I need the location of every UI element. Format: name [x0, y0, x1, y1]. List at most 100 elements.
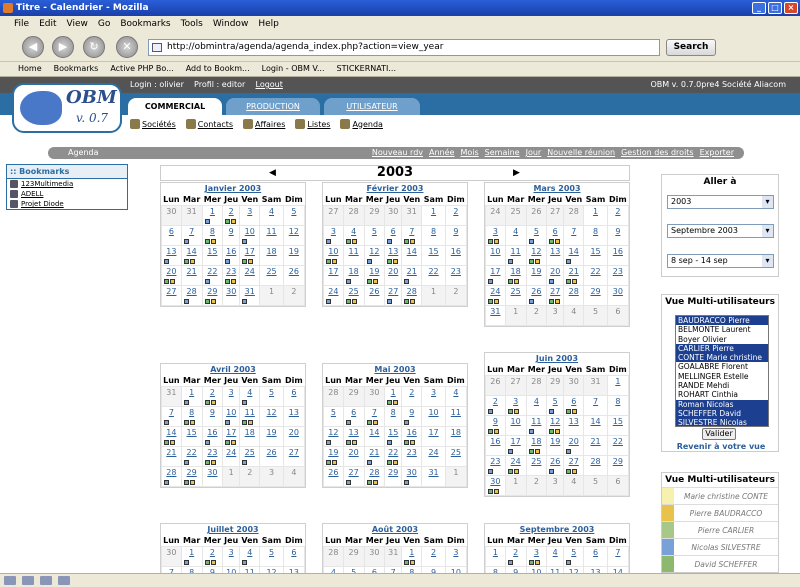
day-cell[interactable]: 28 [583, 454, 608, 476]
composer-icon[interactable] [22, 576, 34, 585]
day-cell[interactable]: 26 [282, 264, 306, 286]
day-cell[interactable]: 17 [239, 244, 261, 266]
event-marker-icon[interactable] [566, 258, 572, 264]
stop-icon[interactable]: ✕ [116, 36, 138, 58]
day-cell[interactable]: 6 [563, 394, 585, 416]
event-marker-icon[interactable] [366, 479, 372, 485]
day-cell[interactable]: 30 [161, 545, 182, 567]
nav-agenda[interactable]: Agenda [340, 119, 383, 129]
user-option[interactable]: BAUDRACCO Pierre [676, 316, 768, 326]
event-marker-icon[interactable] [488, 428, 493, 434]
day-cell[interactable]: 11 [259, 224, 284, 246]
day-cell[interactable]: 8 [583, 224, 608, 246]
revenir-link[interactable]: Revenir à votre vue [662, 442, 780, 451]
day-cell[interactable]: 7 [384, 565, 403, 573]
day-cell[interactable]: 30 [384, 204, 403, 226]
day-cell[interactable]: 10 [421, 405, 446, 427]
bookmark-add[interactable]: Add to Bookm... [186, 62, 250, 76]
day-cell[interactable]: 8 [401, 565, 423, 573]
day-cell[interactable]: 22 [180, 445, 203, 467]
day-cell[interactable]: 25 [504, 204, 527, 226]
day-cell[interactable]: 27 [546, 204, 565, 226]
event-marker-icon[interactable] [225, 439, 231, 445]
year-select[interactable]: 2003 [667, 195, 774, 209]
event-marker-icon[interactable] [372, 479, 378, 485]
event-marker-icon[interactable] [204, 238, 210, 244]
day-cell[interactable]: 11 [546, 565, 565, 573]
event-marker-icon[interactable] [345, 439, 351, 445]
event-marker-icon[interactable] [566, 559, 572, 565]
tab-commercial[interactable]: COMMERCIAL [128, 98, 222, 115]
day-cell[interactable]: 3 [323, 224, 344, 246]
day-cell[interactable]: 6 [282, 545, 306, 567]
event-marker-icon[interactable] [366, 278, 372, 284]
day-cell[interactable]: 5 [259, 385, 284, 407]
event-marker-icon[interactable] [164, 258, 169, 264]
day-cell[interactable]: 10 [239, 224, 261, 246]
day-cell[interactable]: 24 [421, 445, 446, 467]
event-marker-icon[interactable] [204, 278, 210, 284]
event-marker-icon[interactable] [410, 298, 416, 304]
event-marker-icon[interactable] [242, 258, 248, 264]
event-marker-icon[interactable] [204, 298, 210, 304]
day-cell[interactable]: 15 [384, 425, 403, 447]
day-cell[interactable]: 29 [546, 374, 565, 396]
day-cell[interactable]: 17 [504, 434, 527, 456]
day-cell[interactable]: 22 [201, 264, 224, 286]
event-marker-icon[interactable] [170, 439, 175, 445]
event-marker-icon[interactable] [528, 448, 534, 454]
user-option[interactable]: Boyer Olivier [676, 335, 768, 344]
day-cell[interactable]: 26 [485, 374, 506, 396]
day-cell[interactable]: 29 [342, 385, 365, 407]
event-marker-icon[interactable] [242, 459, 248, 465]
day-cell[interactable]: 3 [444, 545, 468, 567]
day-cell[interactable]: 25 [525, 454, 548, 476]
day-cell[interactable]: 1 [401, 545, 423, 567]
day-cell[interactable]: 31 [421, 465, 446, 487]
bookmark-item[interactable]: 123Multimedia [7, 179, 127, 189]
day-cell[interactable]: 28 [563, 204, 585, 226]
nav-contacts[interactable]: Contacts [185, 119, 233, 129]
day-cell[interactable]: 24 [222, 445, 241, 467]
day-cell[interactable]: 23 [444, 264, 468, 286]
day-cell[interactable]: 11 [342, 244, 365, 266]
day-cell[interactable]: 9 [485, 414, 506, 436]
day-cell[interactable]: 15 [201, 244, 224, 266]
event-marker-icon[interactable] [387, 459, 393, 465]
day-cell[interactable]: 17 [421, 425, 446, 447]
day-cell[interactable]: 5 [282, 204, 306, 226]
day-cell[interactable]: 9 [504, 565, 527, 573]
link-nouvelle-reunion[interactable]: Nouvelle réunion [547, 147, 615, 159]
link-exporter[interactable]: Exporter [700, 147, 734, 159]
link-annee[interactable]: Année [429, 147, 454, 159]
day-cell[interactable]: 25 [259, 264, 284, 286]
event-marker-icon[interactable] [393, 459, 399, 465]
event-marker-icon[interactable] [488, 278, 493, 284]
bookmark-login-obm[interactable]: Login - OBM V... [262, 62, 325, 76]
month-title[interactable]: Mai 2003 [323, 364, 467, 375]
day-cell[interactable]: 24 [239, 264, 261, 286]
day-cell[interactable]: 13 [384, 244, 403, 266]
day-cell[interactable]: 3 [222, 385, 241, 407]
day-cell[interactable]: 29 [201, 284, 224, 306]
bookmark-stickernati[interactable]: STICKERNATI... [337, 62, 396, 76]
day-cell[interactable]: 12 [259, 565, 284, 573]
day-cell[interactable]: 18 [239, 425, 261, 447]
day-cell[interactable]: 28 [161, 465, 182, 487]
user-option[interactable]: BELMONTE Laurent [676, 325, 768, 334]
menu-help[interactable]: Help [258, 16, 279, 32]
day-cell[interactable]: 3 [239, 204, 261, 226]
event-marker-icon[interactable] [183, 238, 189, 244]
day-cell[interactable]: 27 [342, 465, 365, 487]
day-cell[interactable]: 5 [546, 394, 565, 416]
day-cell[interactable]: 2 [485, 394, 506, 416]
day-cell[interactable]: 13 [161, 244, 182, 266]
day-cell[interactable]: 16 [444, 244, 468, 266]
day-cell[interactable]: 3 [546, 474, 565, 496]
day-cell[interactable]: 13 [583, 565, 608, 573]
day-cell[interactable]: 10 [525, 565, 548, 573]
day-cell[interactable]: 15 [421, 244, 446, 266]
event-marker-icon[interactable] [210, 559, 216, 565]
user-option[interactable]: RANDE Mehdi [676, 381, 768, 390]
day-cell[interactable]: 11 [239, 565, 261, 573]
